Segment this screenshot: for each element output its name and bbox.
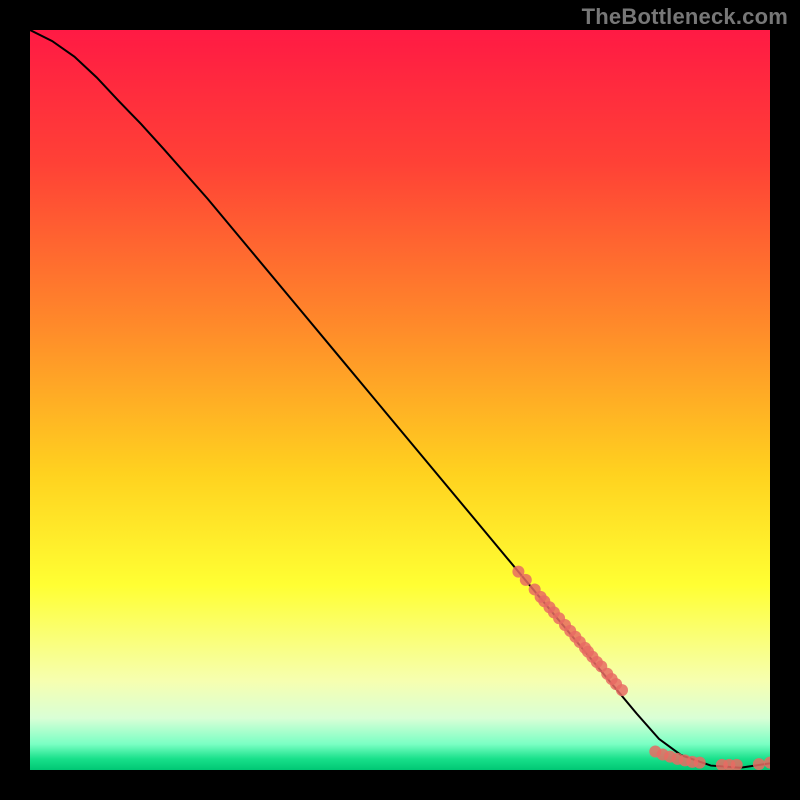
chart-svg (30, 30, 770, 770)
highlight-point (520, 574, 532, 586)
watermark-text: TheBottleneck.com (582, 4, 788, 30)
highlight-point (694, 757, 706, 769)
highlight-point (753, 758, 765, 770)
gradient-background (30, 30, 770, 770)
highlight-point (616, 684, 628, 696)
chart-frame: TheBottleneck.com (0, 0, 800, 800)
plot-area (30, 30, 770, 770)
